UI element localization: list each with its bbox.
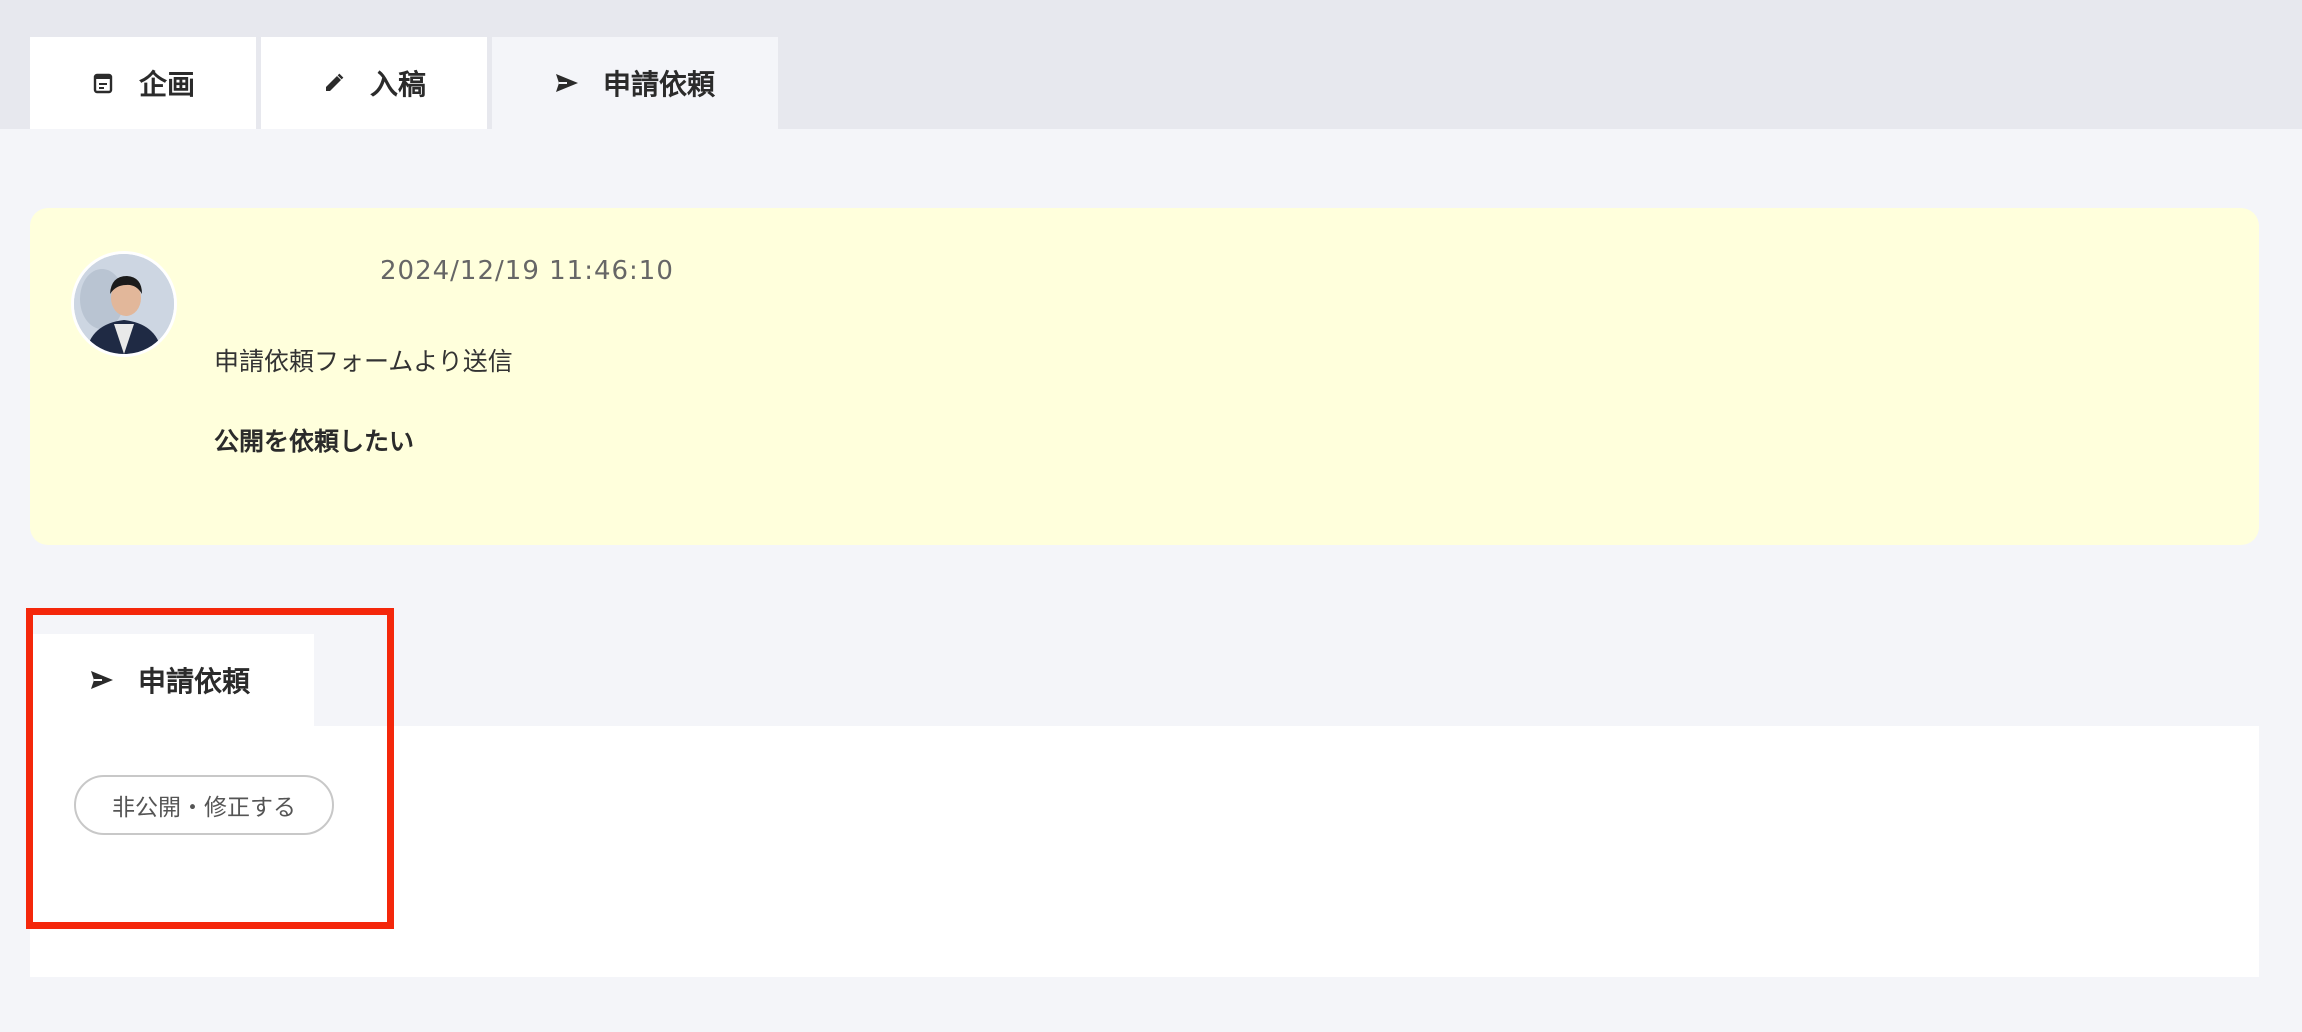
message-card: 2024/12/19 11:46:10 申請依頼フォームより送信 公開を依頼した…: [30, 208, 2259, 545]
pencil-icon: [322, 71, 346, 95]
message-source: 申請依頼フォームより送信: [214, 347, 513, 376]
tab-submission[interactable]: 入稿: [261, 37, 487, 129]
tab-label: 企画: [138, 68, 195, 101]
request-panel: 非公開・修正する: [30, 726, 2259, 977]
calendar-icon: [91, 71, 115, 95]
page: 企画 入稿 申請依頼 2024/12/19 11:46:10 申請依頼フォームよ…: [0, 0, 2302, 1032]
send-icon: [90, 668, 114, 692]
message-body: 公開を依頼したい: [214, 427, 415, 456]
request-tab-label: 申請依頼: [138, 665, 251, 698]
request-tab[interactable]: 申請依頼: [30, 634, 314, 726]
message-timestamp: 2024/12/19 11:46:10: [380, 256, 674, 286]
unpublish-edit-button[interactable]: 非公開・修正する: [74, 775, 334, 835]
tab-bar: 企画 入稿 申請依頼: [0, 0, 2302, 129]
tab-label: 申請依頼: [602, 68, 715, 101]
avatar: [74, 254, 174, 354]
tab-plan[interactable]: 企画: [30, 37, 256, 129]
send-icon: [555, 71, 579, 95]
tab-request[interactable]: 申請依頼: [492, 37, 778, 129]
tab-label: 入稿: [369, 68, 426, 101]
